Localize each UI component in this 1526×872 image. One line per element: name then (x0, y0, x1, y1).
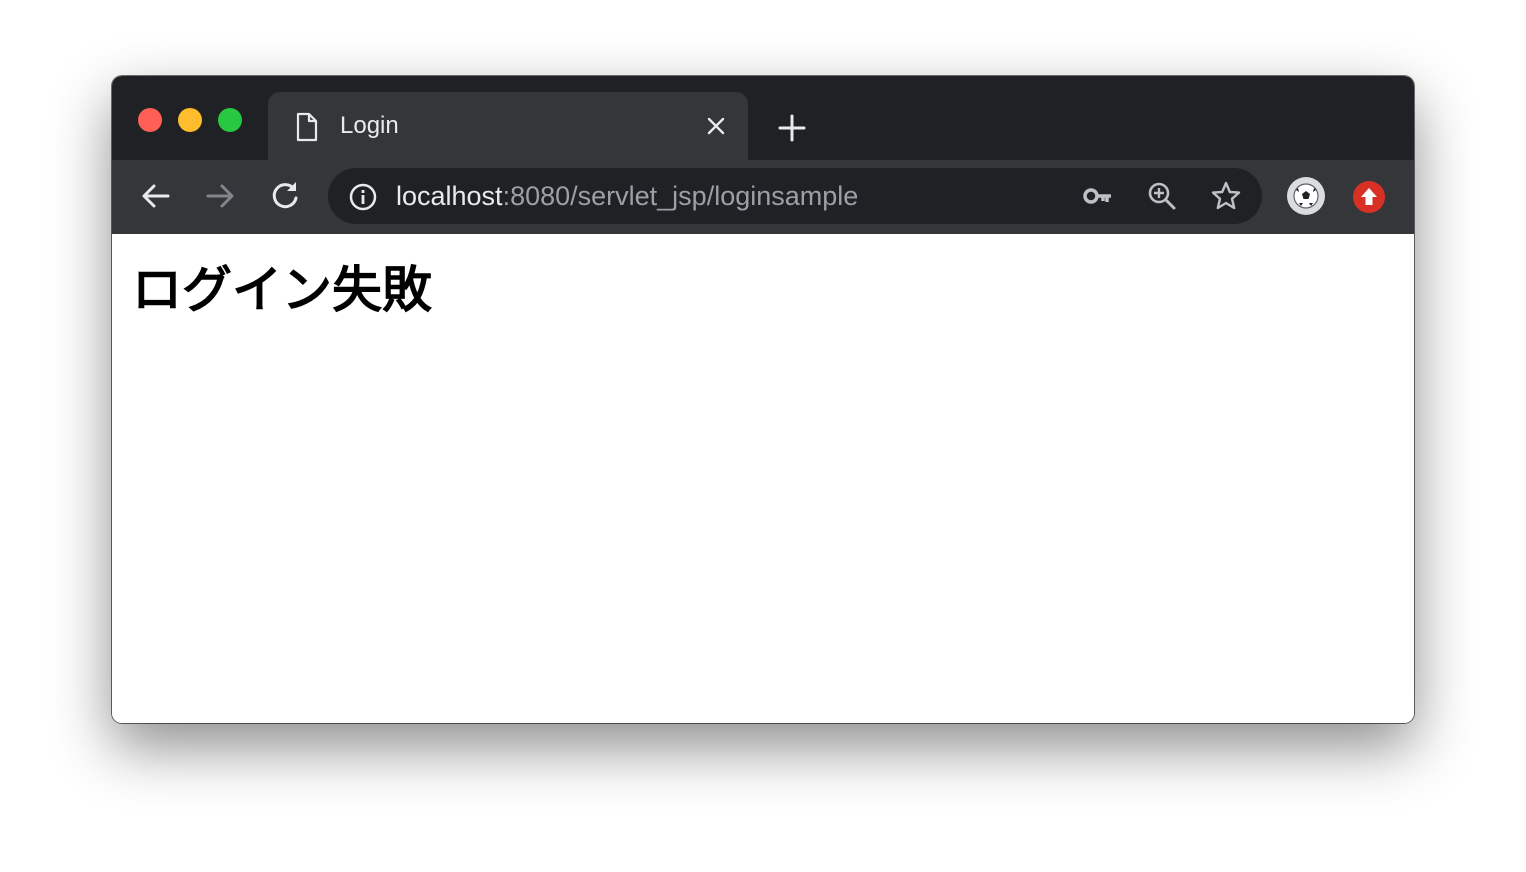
new-tab-icon[interactable] (774, 110, 810, 146)
tab-login[interactable]: Login (268, 92, 748, 160)
key-icon[interactable] (1082, 180, 1114, 212)
tab-title: Login (340, 112, 399, 139)
arrow-right-icon[interactable] (202, 178, 238, 214)
page-content: ログイン失敗 (112, 234, 1414, 723)
arrow-left-icon[interactable] (138, 178, 174, 214)
close-tab-icon[interactable] (702, 112, 730, 140)
url-host: localhost (396, 181, 503, 211)
update-arrow-icon[interactable] (1352, 180, 1386, 214)
close-window-button[interactable] (138, 108, 162, 132)
browser-window: Login localhost:8080/servlet_jsp/loginsa… (112, 76, 1414, 723)
reload-icon[interactable] (267, 178, 303, 214)
url-path: :8080/servlet_jsp/loginsample (502, 181, 859, 211)
maximize-window-button[interactable] (218, 108, 242, 132)
minimize-window-button[interactable] (178, 108, 202, 132)
address-bar[interactable]: localhost:8080/servlet_jsp/loginsample (328, 168, 1262, 224)
zoom-in-icon[interactable] (1146, 180, 1178, 212)
page-heading: ログイン失敗 (132, 261, 432, 319)
navigation-toolbar: localhost:8080/servlet_jsp/loginsample (112, 160, 1414, 234)
info-icon[interactable] (348, 182, 378, 212)
star-icon[interactable] (1210, 180, 1242, 212)
title-bar: Login (112, 76, 1414, 160)
page-icon (296, 112, 318, 142)
soccer-ball-icon[interactable] (1286, 176, 1326, 216)
url-text[interactable]: localhost:8080/servlet_jsp/loginsample (396, 180, 858, 212)
